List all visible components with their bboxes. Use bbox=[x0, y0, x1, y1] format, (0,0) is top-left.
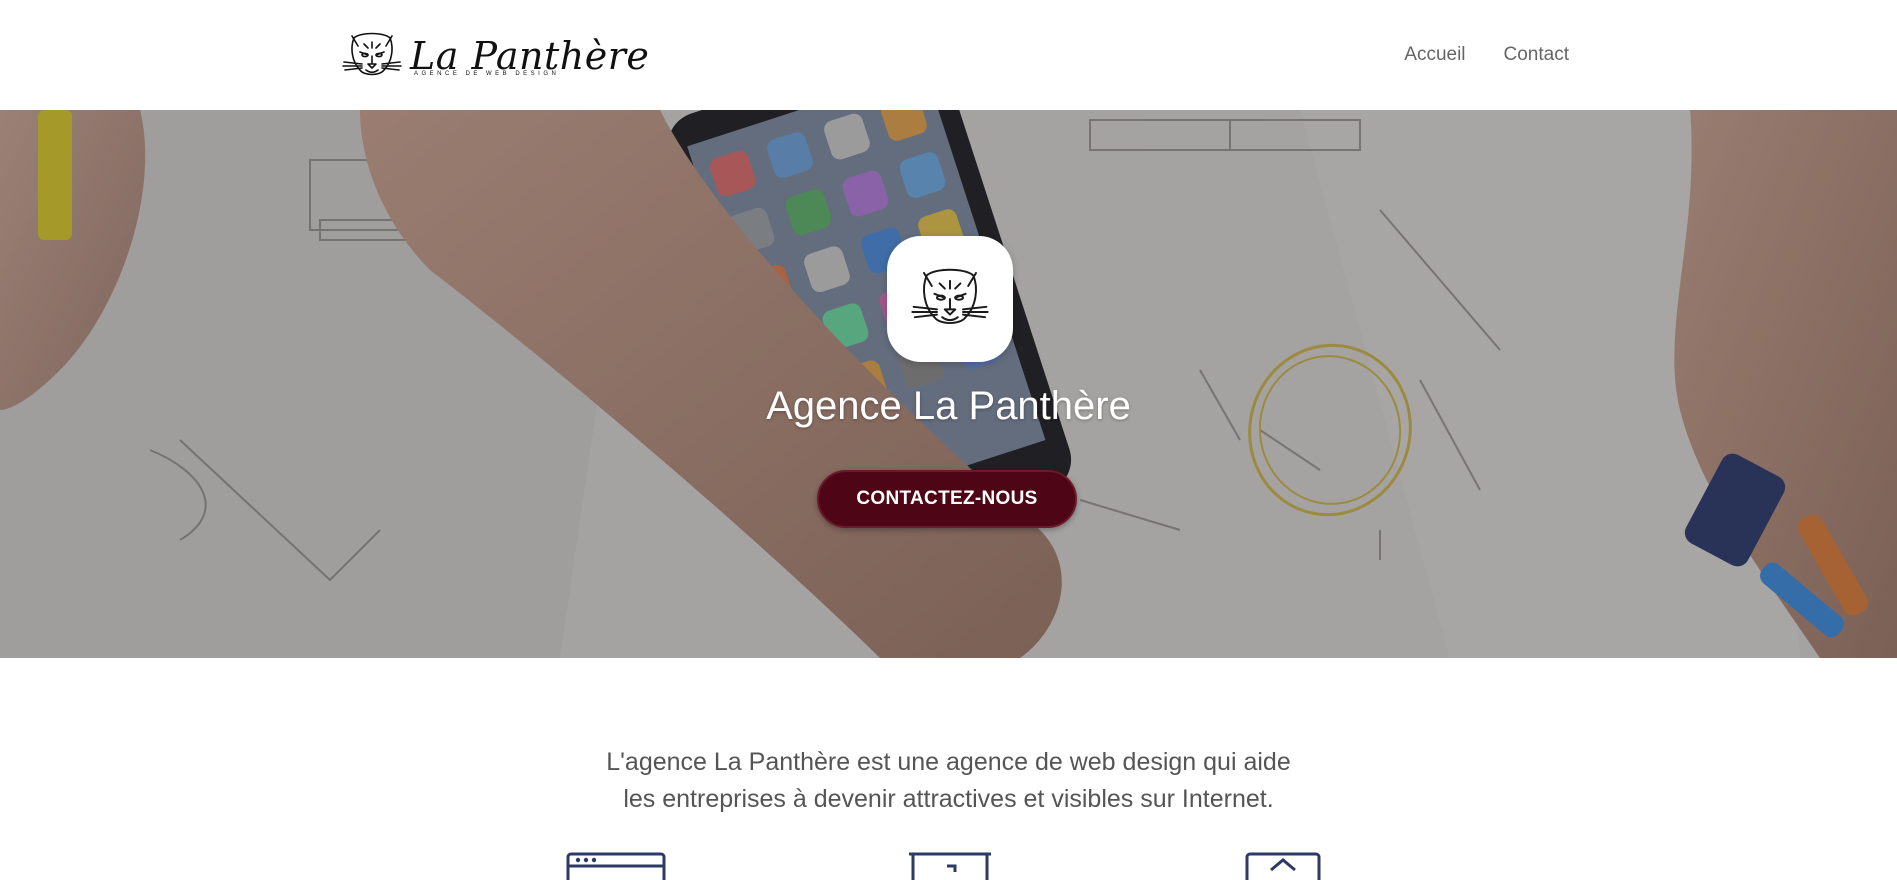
main-nav: Accueil Contact bbox=[1404, 44, 1569, 66]
contact-us-button[interactable]: CONTACTEZ-NOUS bbox=[817, 470, 1077, 528]
browser-window-icon bbox=[566, 852, 666, 880]
presentation-board-icon bbox=[909, 852, 991, 880]
features-row bbox=[0, 852, 1897, 880]
hero-panther-badge bbox=[887, 236, 1013, 362]
home-window-icon bbox=[1245, 852, 1321, 880]
site-header: La Panthère AGENCE DE WEB DESIGN Accueil… bbox=[0, 0, 1897, 110]
hero-title: Agence La Panthère bbox=[766, 384, 1131, 428]
nav-item-accueil[interactable]: Accueil bbox=[1404, 44, 1465, 66]
brand-tagline: AGENCE DE WEB DESIGN bbox=[414, 71, 560, 77]
brand-name: La Panthère bbox=[410, 34, 650, 78]
hero-section: Agence La Panthère CONTACTEZ-NOUS bbox=[0, 110, 1897, 658]
logo[interactable]: La Panthère AGENCE DE WEB DESIGN bbox=[340, 26, 649, 86]
panther-head-icon bbox=[911, 268, 989, 325]
intro-text-line-2: les entreprises à devenir attractives et… bbox=[623, 785, 1274, 813]
intro-text-line-1: L'agence La Panthère est une agence de w… bbox=[606, 748, 1291, 776]
panther-logo-icon bbox=[342, 32, 402, 76]
nav-item-contact[interactable]: Contact bbox=[1504, 44, 1569, 66]
intro-section: L'agence La Panthère est une agence de w… bbox=[0, 744, 1897, 818]
